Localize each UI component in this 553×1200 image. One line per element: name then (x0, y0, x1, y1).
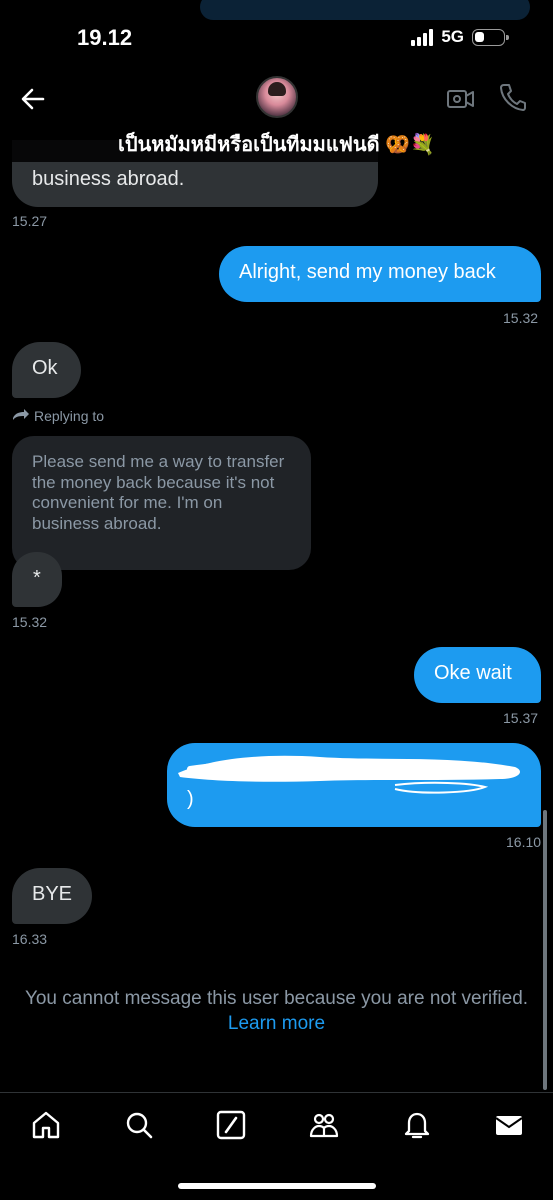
message-bubble-sent[interactable]: Oke wait (414, 647, 541, 703)
nav-messages[interactable] (493, 1109, 525, 1141)
nav-communities[interactable] (308, 1109, 340, 1141)
notifications-icon (404, 1112, 430, 1139)
home-icon (32, 1111, 60, 1139)
messages-icon (495, 1116, 523, 1135)
nav-home[interactable] (30, 1109, 62, 1141)
replying-to: Replying to (12, 408, 104, 424)
grok-icon (216, 1110, 246, 1140)
scrollbar[interactable] (543, 810, 547, 1090)
message-timestamp: 15.27 (12, 213, 48, 229)
quoted-message[interactable]: Please send me a way to transfer the mon… (12, 436, 311, 570)
signal-icon (411, 28, 434, 46)
communities-icon (309, 1113, 339, 1138)
message-timestamp: 15.32 (12, 614, 48, 630)
status-time: 19.12 (77, 25, 133, 50)
avatar[interactable] (256, 76, 298, 118)
nav-grok[interactable] (215, 1109, 247, 1141)
redaction-scribble (178, 755, 520, 794)
back-button[interactable] (18, 84, 48, 114)
nav-search[interactable] (123, 1109, 155, 1141)
message-bubble-received[interactable]: BYE (12, 868, 92, 924)
message-timestamp: 15.37 (503, 710, 539, 726)
phone-icon (500, 84, 526, 111)
voice-call-button[interactable] (498, 82, 526, 112)
chat-header: เป็นหมัมหมีหรือเป็นทีมมแฟนดี 🥨💐 (0, 70, 553, 162)
reply-arrow-icon (13, 409, 29, 420)
nav-notifications[interactable] (401, 1109, 433, 1141)
message-timestamp: 16.10 (506, 834, 542, 850)
message-timestamp: 16.33 (12, 931, 48, 947)
message-timestamp: 15.32 (503, 310, 539, 326)
message-bubble-received[interactable]: Ok (12, 342, 81, 398)
learn-more-link[interactable]: Learn more (228, 1013, 325, 1034)
status-bar: 19.12 5G (0, 0, 553, 70)
top-glow (200, 0, 530, 20)
chat-title[interactable]: เป็นหมัมหมีหรือเป็นทีมมแฟนดี 🥨💐 (0, 128, 553, 160)
notice-text: You cannot message this user because you… (24, 988, 529, 1009)
video-icon (447, 90, 474, 108)
search-icon (126, 1112, 153, 1139)
replying-to-label: Replying to (34, 408, 105, 424)
message-bubble-received[interactable]: * (12, 552, 62, 607)
message-bubble-sent[interactable]: Alright, send my money back (219, 246, 541, 302)
back-arrow-icon (21, 88, 45, 110)
video-call-button[interactable] (446, 84, 476, 114)
home-indicator[interactable] (178, 1183, 376, 1189)
status-icons: 5G (411, 27, 509, 47)
battery-icon (472, 28, 509, 46)
cannot-message-notice: You cannot message this user because you… (20, 986, 533, 1036)
network-label: 5G (441, 27, 464, 46)
